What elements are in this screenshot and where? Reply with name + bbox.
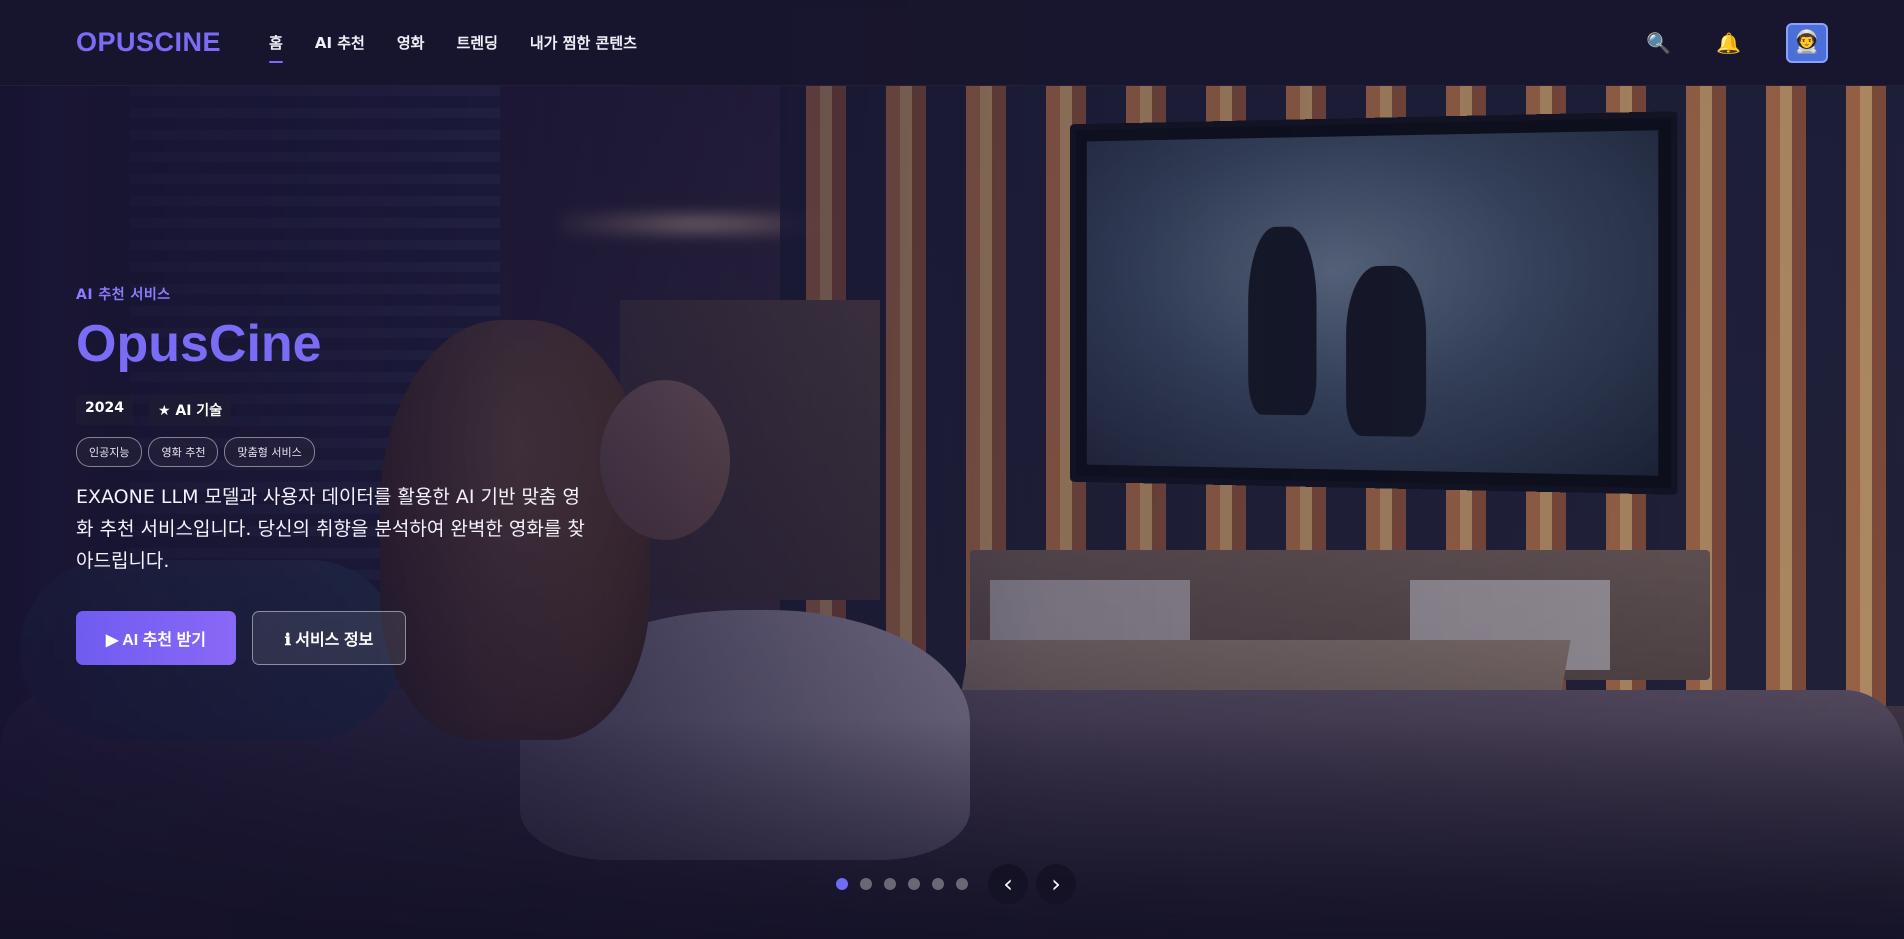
top-navbar: OPUSCINE 홈 AI 추천 영화 트렌딩 내가 찜한 콘텐츠 🔍 🔔 👨‍… (0, 0, 1904, 86)
tag-chip: 영화 추천 (148, 437, 219, 468)
genre-tags: 인공지능 영화 추천 맞춤형 서비스 (76, 437, 636, 468)
nav-actions: 🔍 🔔 👨‍🚀 (1646, 22, 1828, 63)
carousel-dot-active[interactable] (836, 878, 848, 890)
ai-tech-badge: ★ AI 기술 (148, 395, 232, 426)
nav-link-trending[interactable]: 트렌딩 (456, 26, 497, 59)
carousel-controls: ‹ › (836, 864, 1084, 904)
hero-actions: ▶ AI 추천 받기 ℹ 서비스 정보 (76, 611, 636, 666)
tag-chip: 인공지능 (76, 437, 143, 468)
chevron-right-icon[interactable]: › (1036, 864, 1076, 904)
astronaut-icon: 👨‍🚀 (1793, 30, 1821, 55)
main-nav: 홈 AI 추천 영화 트렌딩 내가 찜한 콘텐츠 (269, 26, 637, 63)
nav-link-movies[interactable]: 영화 (397, 26, 425, 59)
hero-content: AI 추천 서비스 OpusCine 2024 ★ AI 기술 인공지능 영화 … (76, 284, 636, 666)
hero-bottom-fade (0, 719, 1904, 939)
carousel-dot[interactable] (860, 878, 872, 890)
site-logo[interactable]: OPUSCINE (76, 27, 221, 58)
hero-eyebrow: AI 추천 서비스 (76, 287, 171, 303)
carousel-dot[interactable] (908, 878, 920, 890)
year-badge: 2024 (76, 395, 133, 426)
carousel-dot[interactable] (884, 878, 896, 890)
search-icon[interactable]: 🔍 (1646, 31, 1671, 55)
hero-description: EXAONE LLM 모델과 사용자 데이터를 활용한 AI 기반 맞춤 영화 … (76, 486, 585, 573)
carousel-dots (836, 878, 968, 890)
profile-avatar[interactable]: 👨‍🚀 (1786, 22, 1828, 63)
nav-link-ai-recommend[interactable]: AI 추천 (315, 26, 365, 59)
chevron-left-icon[interactable]: ‹ (988, 864, 1028, 904)
nav-link-my-list[interactable]: 내가 찜한 콘텐츠 (530, 26, 637, 59)
service-info-button[interactable]: ℹ 서비스 정보 (252, 611, 406, 666)
get-ai-recommendation-button[interactable]: ▶ AI 추천 받기 (76, 611, 236, 666)
hero-meta: 2024 ★ AI 기술 (76, 395, 636, 426)
carousel-dot[interactable] (956, 878, 968, 890)
carousel-dot[interactable] (932, 878, 944, 890)
nav-link-home[interactable]: 홈 (269, 26, 283, 63)
hero-title: OpusCine (76, 315, 322, 373)
bell-icon[interactable]: 🔔 (1716, 31, 1741, 55)
tag-chip: 맞춤형 서비스 (224, 437, 315, 468)
